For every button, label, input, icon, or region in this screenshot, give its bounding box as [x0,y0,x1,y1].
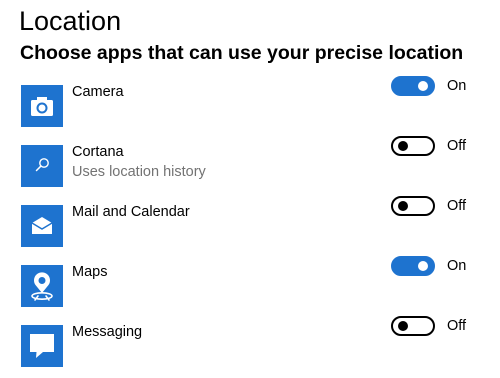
app-tile-camera [21,85,63,127]
camera-icon [31,97,53,116]
app-row-camera: Camera On [0,76,500,129]
toggle-knob [418,261,428,271]
toggle-label-messaging: Off [447,318,467,334]
page-title: Location [19,6,122,36]
toggle-label-mail-and-calendar: Off [447,198,467,214]
speech-bubble-icon [30,334,54,358]
app-row-mail-and-calendar: Mail and Calendar Off [0,196,500,249]
app-subtitle-cortana: Uses location history [72,164,206,180]
toggle-knob [398,321,408,331]
toggle-knob [398,201,408,211]
toggle-camera[interactable] [391,76,435,96]
search-icon [35,158,49,172]
toggle-knob [398,141,408,151]
app-tile-messaging [21,325,63,367]
map-pin-icon [31,272,53,301]
app-name-maps: Maps [72,264,108,280]
toggle-label-camera: On [447,78,467,94]
app-row-messaging: Messaging Off [0,316,500,369]
toggle-label-maps: On [447,258,467,274]
app-tile-maps [21,265,63,307]
app-name-messaging: Messaging [72,324,143,340]
toggle-mail-and-calendar[interactable] [391,196,435,216]
app-row-cortana: Cortana Uses location history Off [0,136,500,189]
envelope-icon [31,217,53,234]
app-name-cortana: Cortana [72,144,124,160]
toggle-label-cortana: Off [447,138,467,154]
section-heading: Choose apps that can use your precise lo… [20,42,464,64]
toggle-maps[interactable] [391,256,435,276]
app-name-mail-and-calendar: Mail and Calendar [72,204,190,220]
toggle-messaging[interactable] [391,316,435,336]
toggle-cortana[interactable] [391,136,435,156]
toggle-knob [418,81,428,91]
app-name-camera: Camera [72,84,124,100]
app-tile-cortana [21,145,63,187]
app-row-maps: Maps On [0,256,500,309]
app-tile-mail-and-calendar [21,205,63,247]
